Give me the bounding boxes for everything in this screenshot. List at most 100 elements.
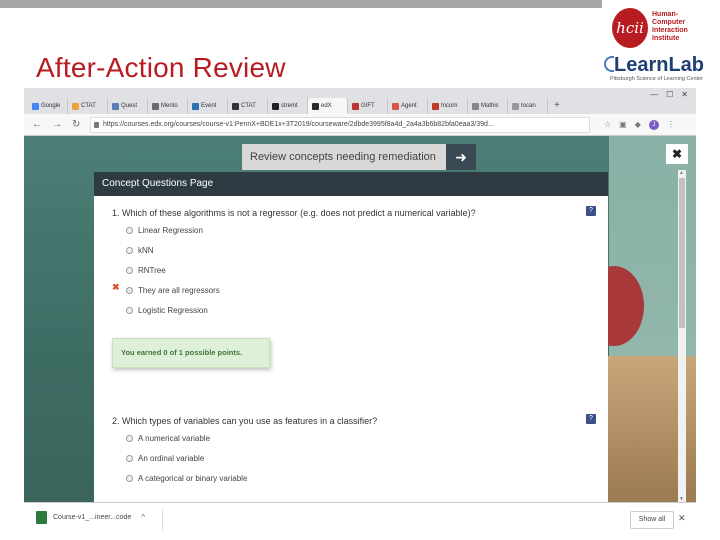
browser-tab[interactable]: Mento — [148, 98, 188, 114]
tab-favicon-icon — [72, 102, 79, 110]
tab-label: Quest — [121, 103, 138, 109]
forward-icon[interactable]: → — [52, 119, 62, 131]
radio-button[interactable] — [126, 267, 133, 274]
scrollbar[interactable]: ▲ ▼ — [678, 170, 686, 502]
answer-option[interactable]: Linear Regression — [126, 226, 203, 235]
page-viewport: Review concepts needing remediation ➜ ✖ … — [24, 136, 696, 502]
browser-tab[interactable]: Google — [28, 98, 68, 114]
panel-title: Concept Questions Page — [94, 172, 608, 196]
extension-icon[interactable]: ◆ — [635, 120, 641, 130]
tab-favicon-icon — [272, 102, 279, 110]
reload-icon[interactable]: ↻ — [72, 119, 80, 131]
download-item[interactable]: Course-v1_...ineer...code ^ — [36, 511, 145, 524]
scroll-up-icon[interactable]: ▲ — [679, 170, 684, 176]
tab-label: Google — [41, 103, 61, 109]
answer-option-label: A numerical variable — [138, 434, 211, 443]
address-bar: ← → ↻ https://courses.edx.org/courses/co… — [24, 114, 696, 136]
radio-button[interactable] — [126, 475, 133, 482]
answer-option[interactable]: A numerical variable — [126, 434, 210, 443]
scrollbar-thumb[interactable] — [679, 178, 685, 328]
browser-tab[interactable]: Event — [188, 98, 228, 114]
answer-option[interactable]: RNTree — [126, 266, 166, 275]
browser-tab[interactable]: edX — [308, 98, 348, 114]
learnlab-name: LearnLab — [614, 54, 705, 76]
url-text: https://courses.edx.org/courses/course-v… — [103, 121, 494, 128]
tab-favicon-icon — [112, 102, 119, 110]
radio-button[interactable] — [126, 307, 133, 314]
tab-favicon-icon — [192, 102, 199, 110]
review-remediation-button[interactable]: Review concepts needing remediation ➜ — [242, 144, 476, 170]
answer-option-label: Linear Regression — [138, 226, 203, 235]
radio-button[interactable] — [126, 435, 133, 442]
chevron-up-icon[interactable]: ^ — [141, 513, 145, 522]
modal-close-button[interactable]: ✖ — [666, 144, 688, 164]
tab-label: CTAT — [241, 103, 256, 109]
radio-button[interactable] — [126, 455, 133, 462]
help-button-q2[interactable]: ? — [586, 414, 596, 424]
tab-label: CTAT — [81, 103, 96, 109]
tab-strip: Google CTAT Quest Mento Event CTAT stremt edX GI… — [24, 96, 696, 114]
radio-button[interactable] — [126, 287, 133, 294]
hcii-logo: hcii Human- Computer Interaction Institu… — [612, 8, 716, 52]
tab-label: GIFT — [361, 103, 375, 109]
tab-favicon-icon — [392, 102, 399, 110]
answer-option[interactable]: An ordinal variable — [126, 454, 204, 463]
question-1-title: 1. Which of these algorithms is not a re… — [112, 208, 476, 218]
extension-icon[interactable]: ▣ — [619, 120, 627, 130]
browser-tab[interactable]: Mathis — [468, 98, 508, 114]
answer-option-label: RNTree — [138, 266, 166, 275]
browser-window-screenshot: — ☐ ✕ Google CTAT Quest Mento Event CTAT strem… — [24, 88, 696, 536]
answer-option-label: They are all regressors — [138, 286, 220, 295]
tab-favicon-icon — [432, 102, 439, 110]
back-icon[interactable]: ← — [32, 119, 42, 131]
download-filename: Course-v1_...ineer...code — [53, 514, 132, 521]
tab-label: Mento — [161, 103, 178, 109]
learnlab-logo: LearnLab Pittsburgh Science of Learning … — [604, 54, 716, 84]
close-download-bar-icon[interactable]: ✕ — [678, 513, 686, 524]
answer-option[interactable]: A categorical or binary variable — [126, 474, 247, 483]
profile-avatar[interactable]: J — [648, 120, 659, 130]
browser-tab[interactable]: Agent — [388, 98, 428, 114]
new-tab-button[interactable]: + — [554, 98, 560, 114]
answer-option-label: Logistic Regression — [138, 306, 208, 315]
radio-button[interactable] — [126, 227, 133, 234]
tab-favicon-icon — [232, 102, 239, 110]
slide: After-Action Review hcii Human- Computer… — [0, 0, 720, 540]
download-bar: Course-v1_...ineer...code ^ Show all ✕ — [24, 502, 696, 536]
show-all-button[interactable]: Show all — [630, 511, 674, 529]
extensions-bar: ☆ ▣ ◆ J ⋮ — [604, 120, 675, 130]
browser-tab[interactable]: Quest — [108, 98, 148, 114]
browser-tab[interactable]: CTAT — [228, 98, 268, 114]
tab-favicon-icon — [32, 102, 39, 110]
browser-tab[interactable]: CTAT — [68, 98, 108, 114]
answer-option-label: kNN — [138, 246, 154, 255]
bookmark-star-icon[interactable]: ☆ — [604, 120, 611, 130]
learnlab-mark-icon — [604, 56, 614, 72]
feedback-message: You earned 0 of 1 possible points. — [112, 338, 270, 368]
review-remediation-label: Review concepts needing remediation — [250, 151, 436, 163]
url-input[interactable]: https://courses.edx.org/courses/course-v… — [90, 117, 590, 133]
browser-tab[interactable]: Iocan — [508, 98, 548, 114]
tab-favicon-icon — [312, 102, 319, 110]
tab-label: stremt — [281, 103, 298, 109]
radio-button[interactable] — [126, 247, 133, 254]
browser-tab[interactable]: GIFT — [348, 98, 388, 114]
tab-favicon-icon — [512, 102, 519, 110]
incorrect-icon: ✖ — [112, 282, 120, 292]
answer-option[interactable]: They are all regressors — [126, 286, 220, 295]
spreadsheet-file-icon — [36, 511, 47, 524]
menu-icon[interactable]: ⋮ — [667, 120, 675, 130]
tab-favicon-icon — [352, 102, 359, 110]
tab-label: Iocan — [521, 103, 536, 109]
help-button-q1[interactable]: ? — [586, 206, 596, 216]
answer-option[interactable]: Logistic Regression — [126, 306, 208, 315]
browser-tab[interactable]: stremt — [268, 98, 308, 114]
lock-icon — [94, 122, 99, 128]
learnlab-subtitle: Pittsburgh Science of Learning Center — [610, 76, 703, 82]
answer-option-label: An ordinal variable — [138, 454, 205, 463]
browser-tab[interactable]: Incom — [428, 98, 468, 114]
hcii-logo-text: Human- Computer Interaction Institute — [652, 11, 688, 42]
tab-favicon-icon — [152, 102, 159, 110]
tab-label: edX — [321, 103, 332, 109]
answer-option[interactable]: kNN — [126, 246, 154, 255]
